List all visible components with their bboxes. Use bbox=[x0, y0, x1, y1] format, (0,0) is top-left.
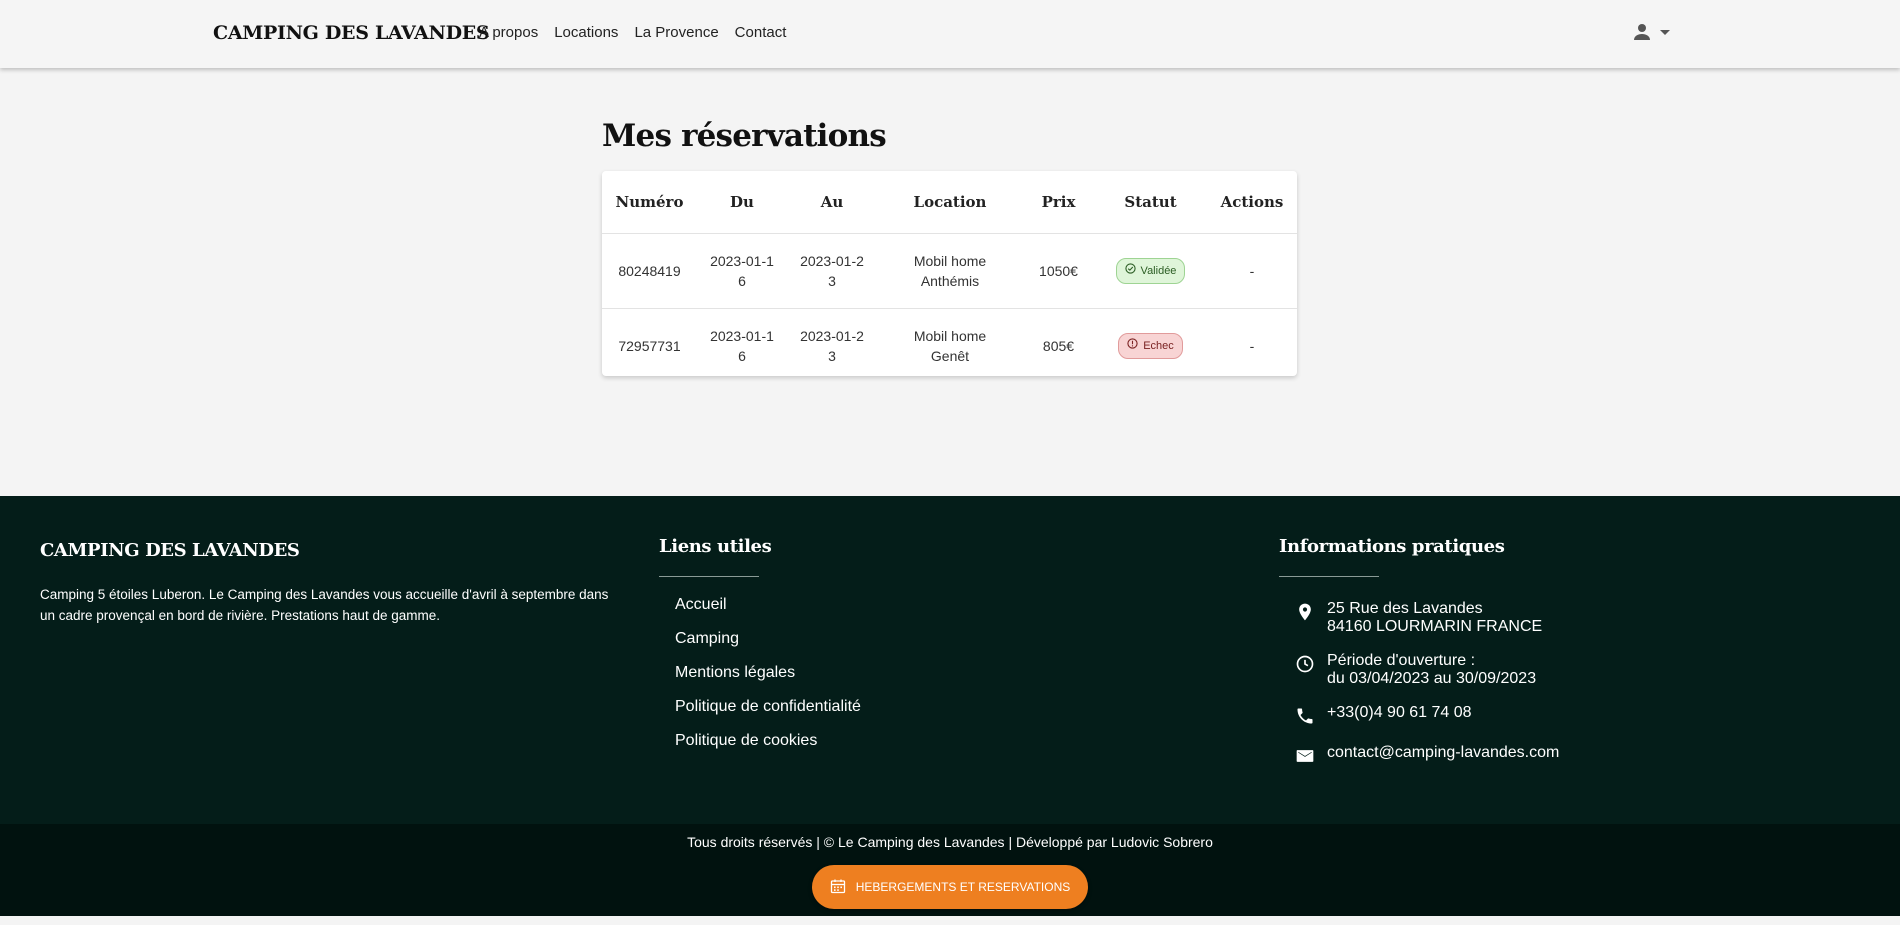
opening-hours-label: Période d'ouverture : bbox=[1327, 652, 1476, 669]
calendar-icon bbox=[830, 878, 846, 897]
page-bottom-strip bbox=[0, 916, 1900, 925]
address-line-1: 25 Rue des Lavandes bbox=[1327, 600, 1483, 617]
footer-bottom-bar: Tous droits réservés | © Le Camping des … bbox=[0, 824, 1900, 916]
email-address[interactable]: contact@camping-lavandes.com bbox=[1327, 744, 1559, 762]
cell-du: 2023-01-16 bbox=[710, 328, 774, 364]
practical-info-heading: Informations pratiques bbox=[1279, 536, 1505, 557]
column-header-prix: Prix bbox=[1023, 171, 1094, 234]
column-header-statut: Statut bbox=[1094, 171, 1207, 234]
useful-links-heading: Liens utiles bbox=[659, 536, 772, 557]
mail-icon bbox=[1295, 744, 1315, 771]
cell-prix: 805€ bbox=[1042, 338, 1075, 354]
phone-icon bbox=[1295, 704, 1315, 731]
reservations-table: Numéro Du Au Location Prix Statut Action… bbox=[602, 171, 1297, 376]
cell-location: Mobil home Anthémis bbox=[913, 253, 987, 289]
table-header-row: Numéro Du Au Location Prix Statut Action… bbox=[602, 171, 1297, 234]
cell-du: 2023-01-16 bbox=[710, 253, 774, 289]
column-header-numero: Numéro bbox=[602, 171, 697, 234]
cell-numero: 72957731 bbox=[618, 338, 681, 354]
footer-link-camping[interactable]: Camping bbox=[675, 630, 861, 664]
main-nav: A propos Locations La Provence Contact bbox=[479, 24, 786, 41]
cell-prix: 1050€ bbox=[1023, 233, 1094, 309]
column-header-au: Au bbox=[787, 171, 877, 234]
clock-icon bbox=[1295, 652, 1315, 679]
reservations-card: Numéro Du Au Location Prix Statut Action… bbox=[602, 171, 1297, 376]
practical-info-list: 25 Rue des Lavandes 84160 LOURMARIN FRANC… bbox=[1295, 600, 1559, 784]
opening-hours-row: Période d'ouverture : du 03/04/2023 au 30… bbox=[1295, 652, 1559, 704]
column-header-location: Location bbox=[877, 171, 1023, 234]
footer-brand: CAMPING DES LAVANDES bbox=[40, 540, 300, 561]
nav-link-contact[interactable]: Contact bbox=[735, 24, 787, 41]
location-pin-icon bbox=[1295, 600, 1315, 627]
status-badge: Validée bbox=[1115, 258, 1186, 284]
cell-numero: 80248419 bbox=[602, 233, 697, 309]
footer-description: Camping 5 étoiles Luberon. Le Camping de… bbox=[40, 587, 609, 623]
useful-links-divider bbox=[659, 576, 759, 577]
check-circle-icon bbox=[1124, 261, 1136, 281]
site-footer: CAMPING DES LAVANDES Camping 5 étoiles L… bbox=[0, 496, 1900, 824]
page-title: Mes réservations bbox=[602, 118, 887, 154]
caret-down-icon bbox=[1658, 25, 1672, 44]
cell-au: 2023-01-23 bbox=[800, 253, 864, 289]
alert-circle-icon bbox=[1127, 336, 1138, 356]
opening-hours-dates: du 03/04/2023 au 30/09/2023 bbox=[1327, 670, 1537, 687]
footer-link-accueil[interactable]: Accueil bbox=[675, 596, 861, 630]
footer-link-confidentialite[interactable]: Politique de confidentialité bbox=[675, 698, 861, 732]
table-row: 80248419 2023-01-16 2023-01-23 Mobil hom… bbox=[602, 233, 1297, 309]
cta-label: HEBERGEMENTS ET RESERVATIONS bbox=[855, 880, 1071, 894]
footer-link-cookies[interactable]: Politique de cookies bbox=[675, 732, 861, 766]
user-menu-button[interactable] bbox=[1630, 20, 1672, 49]
status-label: Echec bbox=[1143, 340, 1174, 352]
nav-link-a-propos[interactable]: A propos bbox=[479, 24, 538, 41]
cell-location: Mobil home Genêt bbox=[913, 328, 987, 364]
footer-link-mentions-legales[interactable]: Mentions légales bbox=[675, 664, 861, 698]
cell-actions: - bbox=[1249, 338, 1255, 354]
table-row: 72957731 2023-01-16 2023-01-23 Mobil hom… bbox=[602, 309, 1297, 377]
phone-number[interactable]: +33(0)4 90 61 74 08 bbox=[1327, 704, 1472, 722]
person-icon bbox=[1630, 20, 1654, 49]
useful-links-list: Accueil Camping Mentions légales Politiq… bbox=[675, 596, 861, 766]
nav-link-locations[interactable]: Locations bbox=[554, 24, 618, 41]
phone-row: +33(0)4 90 61 74 08 bbox=[1295, 704, 1559, 744]
hebergements-reservations-button[interactable]: HEBERGEMENTS ET RESERVATIONS bbox=[812, 865, 1088, 909]
status-badge: Echec bbox=[1118, 333, 1183, 359]
cell-actions: - bbox=[1207, 233, 1297, 309]
top-navbar: CAMPING DES LAVANDES A propos Locations … bbox=[0, 0, 1900, 68]
nav-link-la-provence[interactable]: La Provence bbox=[634, 24, 718, 41]
copyright-text: Tous droits réservés | © Le Camping des … bbox=[687, 834, 1213, 850]
cell-au: 2023-01-23 bbox=[800, 328, 864, 364]
address-line-2: 84160 LOURMARIN FRANCE bbox=[1327, 618, 1543, 635]
address-row: 25 Rue des Lavandes 84160 LOURMARIN FRANC… bbox=[1295, 600, 1559, 652]
status-label: Validée bbox=[1140, 265, 1177, 277]
practical-info-divider bbox=[1279, 576, 1379, 577]
column-header-du: Du bbox=[697, 171, 787, 234]
column-header-actions: Actions bbox=[1207, 171, 1297, 234]
email-row: contact@camping-lavandes.com bbox=[1295, 744, 1559, 784]
site-brand[interactable]: CAMPING DES LAVANDES bbox=[213, 22, 490, 44]
